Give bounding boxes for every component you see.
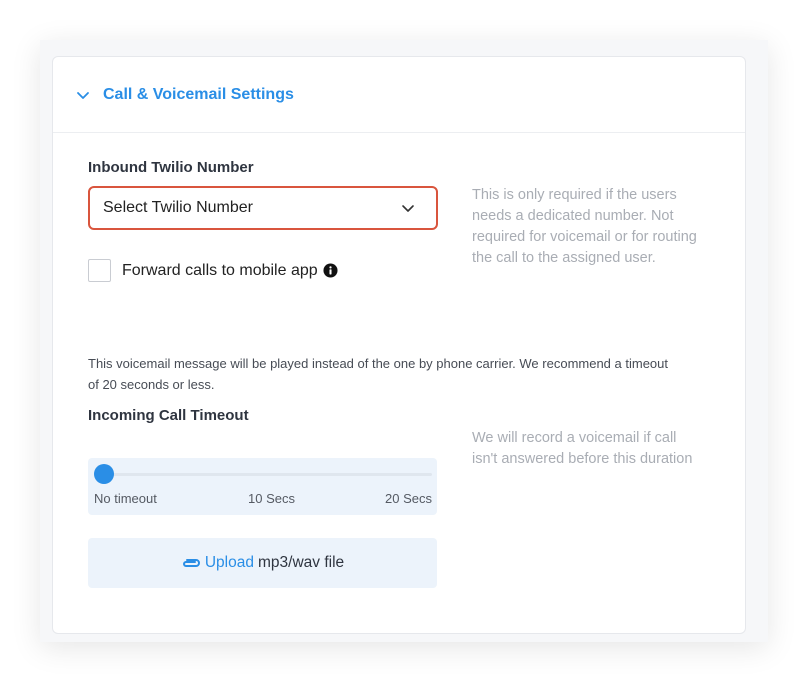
info-icon[interactable] bbox=[323, 263, 338, 278]
help-line: This is only required if the users bbox=[472, 187, 677, 203]
description-line: This voicemail message will be played in… bbox=[88, 356, 668, 371]
voicemail-description: This voicemail message will be played in… bbox=[88, 353, 718, 395]
upload-file-types: mp3/wav file bbox=[257, 554, 345, 571]
settings-card: Call & Voicemail Settings Inbound Twilio… bbox=[52, 56, 746, 634]
help-line: needs a dedicated number. Not bbox=[472, 208, 674, 224]
help-line: We will record a voicemail if call bbox=[472, 430, 677, 446]
chevron-down-icon bbox=[400, 200, 416, 216]
slider-thumb[interactable] bbox=[94, 464, 114, 484]
help-line: isn't answered before this duration bbox=[472, 451, 693, 467]
slider-tick-label: No timeout bbox=[94, 491, 157, 506]
inbound-number-label: Inbound Twilio Number bbox=[88, 159, 254, 176]
forward-calls-row: Forward calls to mobile app bbox=[88, 259, 338, 282]
chevron-down-icon[interactable] bbox=[75, 87, 91, 103]
slider-tick-label: 20 Secs bbox=[385, 491, 432, 506]
section-header[interactable]: Call & Voicemail Settings bbox=[53, 57, 745, 133]
help-line: the call to the assigned user. bbox=[472, 250, 656, 266]
twilio-number-select[interactable]: Select Twilio Number bbox=[88, 186, 438, 230]
paperclip-icon bbox=[181, 557, 201, 569]
description-line: of 20 seconds or less. bbox=[88, 377, 215, 392]
upload-dropzone[interactable]: Upload mp3/wav file bbox=[88, 538, 437, 588]
forward-calls-checkbox[interactable] bbox=[88, 259, 111, 282]
slider-track[interactable] bbox=[94, 473, 432, 476]
help-line: required for voicemail or for routing bbox=[472, 229, 697, 245]
slider-tick-label: 10 Secs bbox=[248, 491, 295, 506]
timeout-slider[interactable]: No timeout 10 Secs 20 Secs bbox=[88, 458, 437, 515]
upload-link[interactable]: Upload bbox=[205, 554, 254, 572]
timeout-help: We will record a voicemail if call isn't… bbox=[472, 428, 692, 470]
inbound-number-help: This is only required if the users needs… bbox=[472, 185, 697, 269]
forward-calls-label[interactable]: Forward calls to mobile app bbox=[122, 262, 318, 280]
twilio-number-select-value: Select Twilio Number bbox=[103, 199, 253, 216]
section-title: Call & Voicemail Settings bbox=[103, 85, 294, 103]
timeout-label: Incoming Call Timeout bbox=[88, 407, 249, 424]
